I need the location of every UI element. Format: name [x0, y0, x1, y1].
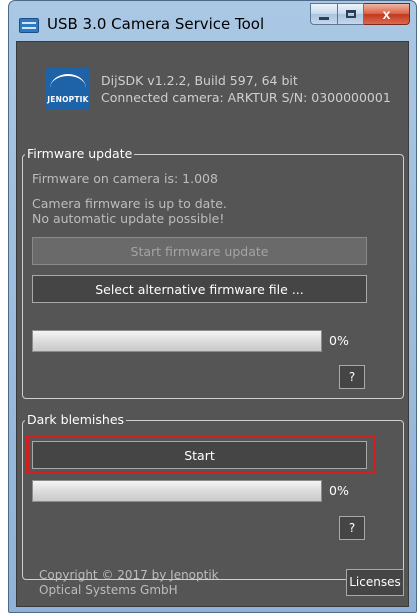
- close-icon: x: [382, 6, 391, 22]
- window-title: USB 3.0 Camera Service Tool: [47, 15, 265, 33]
- logo-arc-icon: [50, 74, 86, 88]
- caption-buttons: x: [310, 3, 410, 25]
- sdk-version: DijSDK v1.2.2, Build 597, 64 bit: [101, 73, 298, 88]
- dark-blemishes-progress-percent: 0%: [329, 483, 349, 498]
- dark-blemishes-progress-bar: [32, 480, 322, 502]
- main-panel: JENOPTIK DijSDK v1.2.2, Build 597, 64 bi…: [16, 41, 409, 607]
- minimize-button[interactable]: [310, 3, 338, 25]
- maximize-button[interactable]: [338, 3, 364, 25]
- firmware-progress-bar: [32, 330, 322, 352]
- dark-blemishes-start-button[interactable]: Start: [32, 441, 367, 469]
- copyright: Copyright © 2017 by Jenoptik Optical Sys…: [39, 568, 219, 598]
- firmware-update-group: Firmware update Firmware on camera is: 1…: [22, 146, 404, 399]
- jenoptik-logo: JENOPTIK: [46, 68, 90, 110]
- sdk-info: DijSDK v1.2.2, Build 597, 64 bit Connect…: [101, 72, 391, 106]
- close-button[interactable]: x: [364, 3, 410, 25]
- app-window: USB 3.0 Camera Service Tool x JENOPTIK D…: [8, 0, 417, 613]
- firmware-version-text: Firmware on camera is: 1.008: [32, 171, 218, 186]
- licenses-button[interactable]: Licenses: [346, 569, 404, 596]
- dark-blemishes-group: Dark blemishes Start 0% ?: [22, 412, 404, 580]
- dark-blemishes-help-button[interactable]: ?: [339, 516, 365, 540]
- maximize-icon: [345, 10, 356, 18]
- connected-camera: Connected camera: ARKTUR S/N: 0300000001: [101, 90, 391, 105]
- firmware-status-line1: Camera firmware is up to date.: [32, 196, 227, 211]
- copyright-line1: Copyright © 2017 by Jenoptik: [39, 568, 219, 582]
- select-firmware-file-button[interactable]: Select alternative firmware file ...: [32, 275, 367, 303]
- firmware-update-title: Firmware update: [25, 146, 135, 162]
- minimize-icon: [319, 16, 329, 20]
- dark-blemishes-title: Dark blemishes: [25, 412, 127, 428]
- firmware-status-line2: No automatic update possible!: [32, 211, 225, 226]
- logo-text: JENOPTIK: [47, 95, 89, 104]
- firmware-progress-percent: 0%: [329, 333, 349, 348]
- title-bar[interactable]: USB 3.0 Camera Service Tool x: [9, 1, 416, 41]
- copyright-line2: Optical Systems GmbH: [39, 583, 178, 597]
- firmware-help-button[interactable]: ?: [339, 365, 365, 389]
- start-firmware-update-button[interactable]: Start firmware update: [32, 237, 367, 265]
- app-icon: [19, 18, 39, 33]
